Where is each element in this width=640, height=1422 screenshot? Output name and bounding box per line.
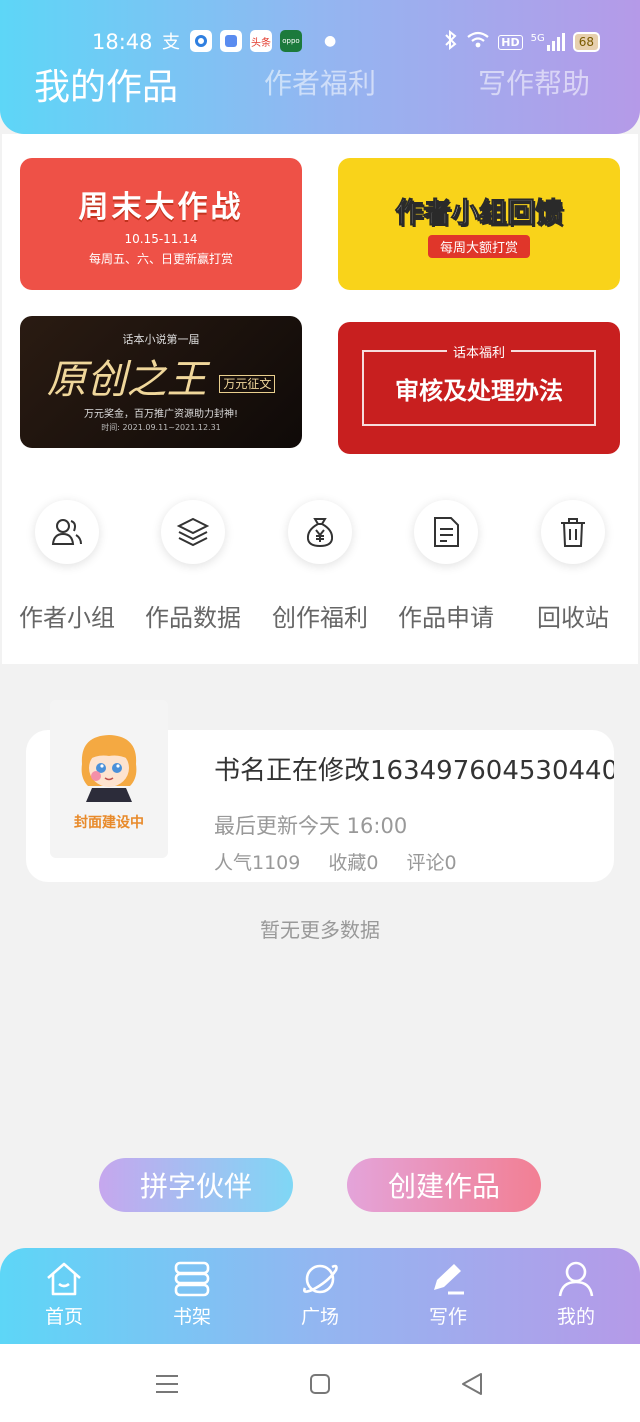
alipay-icon: 支: [162, 32, 180, 53]
users-icon: [35, 500, 99, 564]
nav-label: 书架: [172, 1306, 211, 1328]
banner-top: 话本小说第一届: [122, 333, 200, 346]
banner-title: 原创之王 万元征文: [47, 347, 276, 405]
quick-action-label: 创作福利: [272, 604, 368, 632]
status-time: 18:48: [92, 30, 153, 54]
cover-label: 封面建设中: [74, 815, 144, 831]
toutiao-icon: 头条: [250, 30, 272, 52]
nav-bookshelf[interactable]: 书架: [142, 1260, 242, 1329]
bookshelf-icon: [174, 1261, 210, 1297]
quick-action-work-application[interactable]: 作品申请: [386, 500, 506, 633]
banner-top: 话本福利: [446, 342, 511, 361]
banner-title: 周末大作战: [78, 189, 244, 225]
banner-subtitle: 每周五、六、日更新赢打赏: [88, 251, 233, 266]
nav-label: 我的: [556, 1306, 595, 1328]
quick-action-label: 作品数据: [145, 604, 241, 632]
browser-icon: [190, 30, 212, 52]
nav-write[interactable]: 写作: [398, 1260, 498, 1329]
nav-plaza[interactable]: 广场: [270, 1260, 370, 1329]
nav-label: 广场: [300, 1306, 339, 1328]
quick-action-creation-welfare[interactable]: 创作福利: [260, 500, 380, 633]
no-more-data: 暂无更多数据: [260, 918, 380, 942]
create-work-button[interactable]: 创建作品: [347, 1158, 541, 1212]
tab-writing-help[interactable]: 写作帮助: [478, 62, 590, 102]
tab-author-welfare[interactable]: 作者福利: [264, 62, 376, 102]
quick-action-label: 作者小组: [19, 604, 115, 632]
banner-tag: 万元征文: [219, 374, 276, 393]
dot-icon: ●: [324, 33, 337, 49]
banner-dates: 10.15-11.14: [124, 231, 198, 246]
quick-action-label: 作品申请: [398, 604, 494, 632]
wifi-icon: [466, 31, 490, 53]
book-cover[interactable]: 封面建设中: [50, 700, 168, 858]
banner-review-policy[interactable]: 话本福利 审核及处理办法: [338, 322, 620, 454]
signal-icon: 5G: [531, 33, 565, 51]
hd-icon: HD: [498, 34, 523, 50]
book-stats: 人气1109 收藏0 评论0: [214, 848, 457, 875]
book-comments: 评论0: [406, 852, 457, 874]
banner-original-king[interactable]: 话本小说第一届 原创之王 万元征文 万元奖金，百万推广资源助力封神! 时间: 2…: [20, 316, 302, 448]
layers-icon: [161, 500, 225, 564]
quick-action-recycle-bin[interactable]: 回收站: [513, 500, 633, 633]
writing-partner-button[interactable]: 拼字伙伴: [99, 1158, 293, 1212]
book-title: 书名正在修改16349760453044067: [214, 756, 614, 786]
banner-time: 时间: 2021.09.11~2021.12.31: [101, 423, 221, 432]
quick-action-author-group[interactable]: 作者小组: [7, 500, 127, 633]
profile-icon: [558, 1261, 594, 1297]
status-bar: 18:48 支 头条 oppo ● HD 5G 68: [0, 28, 640, 58]
tab-my-works[interactable]: 我的作品: [34, 58, 178, 110]
quick-action-label: 回收站: [537, 604, 609, 632]
back-triangle-icon[interactable]: [458, 1370, 486, 1398]
status-indicators: HD 5G 68: [444, 29, 600, 54]
document-icon: [414, 500, 478, 564]
home-square-icon[interactable]: [306, 1370, 334, 1398]
book-popularity: 人气1109: [214, 852, 301, 874]
money-bag-icon: [288, 500, 352, 564]
nav-home[interactable]: 首页: [14, 1260, 114, 1329]
nav-label: 写作: [428, 1306, 467, 1328]
menu-icon[interactable]: [153, 1370, 181, 1398]
bottom-nav: 首页 书架 广场 写作 我的: [0, 1248, 640, 1344]
banner-title: 审核及处理办法: [395, 376, 563, 405]
shop-icon: [220, 30, 242, 52]
anime-girl-avatar: [81, 735, 137, 802]
bluetooth-icon: [444, 29, 458, 54]
book-favorites: 收藏0: [328, 852, 379, 874]
header: 18:48 支 头条 oppo ● HD 5G 68 我的作品 作者福利 写作帮…: [0, 0, 640, 134]
banner-subtitle: 万元奖金，百万推广资源助力封神!: [83, 409, 238, 420]
banner-subtitle: 每周大额打赏: [427, 234, 530, 258]
battery-icon: 68: [572, 32, 600, 52]
top-tabs: 我的作品 作者福利 写作帮助: [0, 62, 640, 118]
banner-title: 作者小组回馈: [394, 195, 563, 229]
book-last-updated: 最后更新今天 16:00: [214, 814, 408, 838]
pen-icon: [434, 1264, 464, 1295]
nav-label: 首页: [44, 1306, 83, 1328]
planet-icon: [303, 1264, 338, 1294]
banner-frame: 话本福利 审核及处理办法: [362, 342, 596, 426]
nav-profile[interactable]: 我的: [526, 1260, 626, 1329]
banner-author-group[interactable]: 作者小组回馈 每周大额打赏: [338, 158, 620, 290]
status-app-icons: 支 头条 oppo ●: [160, 30, 337, 53]
quick-action-work-data[interactable]: 作品数据: [133, 500, 253, 633]
system-nav-bar: [0, 1344, 640, 1422]
banner-weekend-battle[interactable]: 周末大作战 10.15-11.14 每周五、六、日更新赢打赏: [20, 158, 302, 290]
oppo-icon: oppo: [280, 30, 302, 52]
home-icon: [47, 1262, 81, 1296]
trash-icon: [541, 500, 605, 564]
